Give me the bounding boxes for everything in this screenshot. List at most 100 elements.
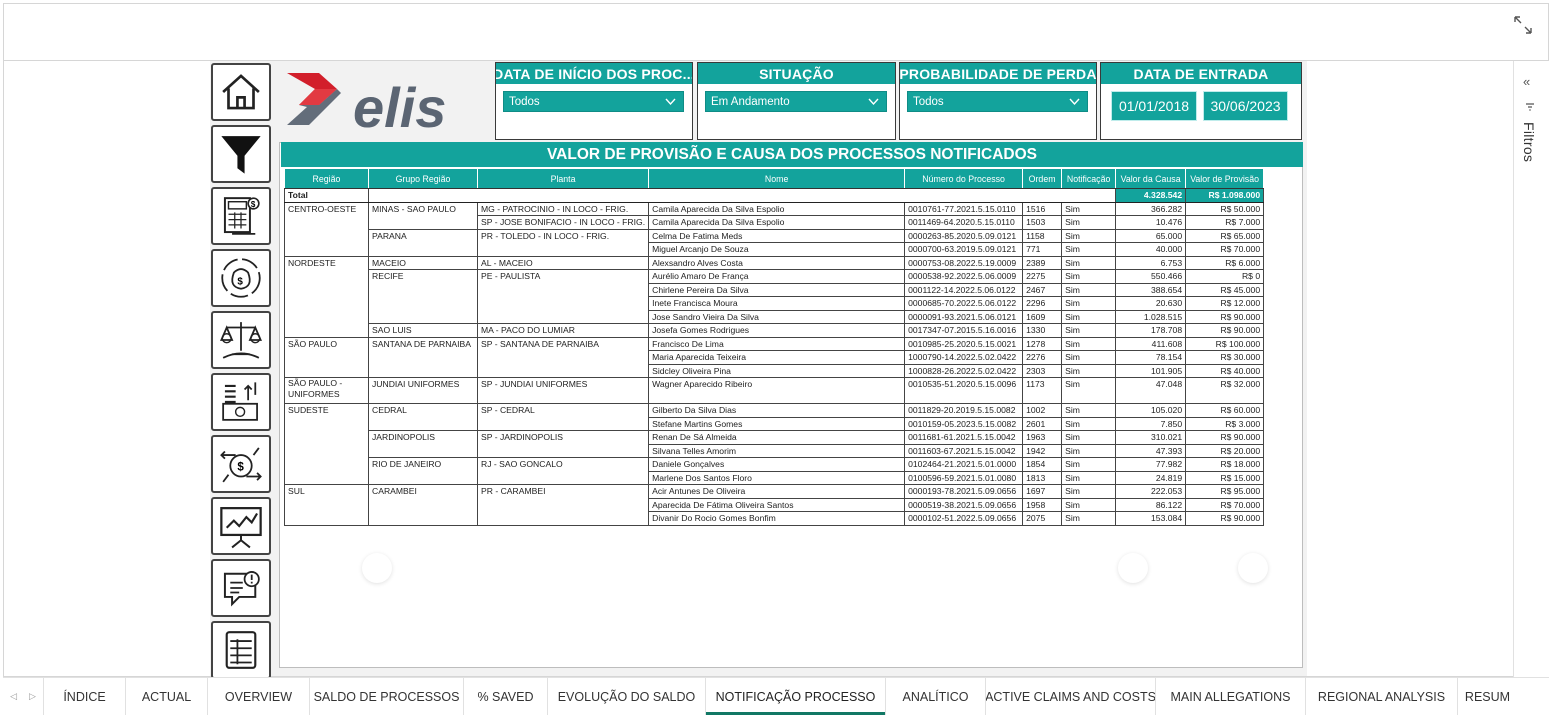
- tab-anal-tico[interactable]: ANALÍTICO: [885, 678, 985, 715]
- provision-value-cell: R$ 60.000: [1185, 403, 1265, 418]
- slicer-title: PROBABILIDADE DE PERDA: [900, 63, 1096, 84]
- column-header[interactable]: Número do Processo: [904, 168, 1024, 189]
- tab-active-claims-and-costs[interactable]: ACTIVE CLAIMS AND COSTS: [985, 678, 1155, 715]
- tab-scroll-left-icon[interactable]: ◁: [10, 691, 17, 702]
- column-header[interactable]: Notificação: [1061, 168, 1117, 189]
- table-row[interactable]: SUL CARAMBEI PR - CARAMBEI Acir Antunes De …: [284, 484, 1265, 526]
- nav-button-table-grid[interactable]: [211, 621, 271, 679]
- nav-button-money-bag-cycle[interactable]: $: [211, 249, 271, 307]
- nav-button-money-exchange[interactable]: $: [211, 435, 271, 493]
- tab-scroll-right-icon[interactable]: ▷: [29, 691, 36, 702]
- cause-value-cell: 78.154: [1115, 350, 1187, 365]
- tab-regional-analysis[interactable]: REGIONAL ANALYSIS: [1305, 678, 1457, 715]
- provision-value-cell: R$ 18.000: [1185, 457, 1265, 472]
- provision-value-cell: R$ 90.000: [1185, 430, 1265, 445]
- notification-cell: Sim: [1061, 242, 1117, 257]
- tab--ndice[interactable]: ÍNDICE: [43, 678, 125, 715]
- tab-saldo-de-processos[interactable]: SALDO DE PROCESSOS: [309, 678, 463, 715]
- provision-value-cell: R$ 70.000: [1185, 242, 1265, 257]
- svg-text:$: $: [237, 276, 243, 287]
- probabilidade-dropdown[interactable]: Todos: [907, 91, 1088, 112]
- data-inicio-dropdown[interactable]: Todos: [503, 91, 684, 112]
- notification-cell: Sim: [1061, 363, 1117, 378]
- expand-icon[interactable]: [1512, 14, 1534, 36]
- column-header[interactable]: Nome: [648, 168, 906, 189]
- cause-value-cell: 47.393: [1115, 443, 1187, 458]
- page-tabs-bar: ◁ ▷ ÍNDICE ACTUAL OVERVIEW SALDO DE PROCESS…: [3, 677, 1549, 715]
- column-header[interactable]: Região: [284, 168, 369, 189]
- provision-value-cell: R$ 6.000: [1185, 255, 1265, 270]
- cause-value-cell: 105.020: [1115, 403, 1187, 418]
- nav-button-scale-money[interactable]: [211, 311, 271, 369]
- table-row[interactable]: SAO LUIS MA - PACO DO LUMIAR Josefa Gomes …: [285, 323, 1265, 338]
- total-label: Total: [284, 188, 369, 203]
- table-row[interactable]: PARANA PR - TOLEDO - IN LOCO - FRIG. Celma…: [285, 228, 1265, 257]
- notification-cell: Sim: [1061, 269, 1117, 284]
- chevron-down-icon: [868, 98, 879, 106]
- tab-overview[interactable]: OVERVIEW: [207, 678, 309, 715]
- tab-notifica-o-processo[interactable]: NOTIFICAÇÃO PROCESSO: [705, 678, 885, 715]
- notification-cell: Sim: [1061, 484, 1117, 499]
- provision-value-cell: R$ 95.000: [1185, 484, 1265, 499]
- name-cell: Chirlene Pereira Da Silva: [648, 282, 906, 297]
- tab-main-allegations[interactable]: MAIN ALLEGATIONS: [1155, 678, 1305, 715]
- column-header[interactable]: Valor da Causa: [1115, 168, 1187, 189]
- tab-evolu-o-do-saldo[interactable]: EVOLUÇÃO DO SALDO: [547, 678, 705, 715]
- table-row[interactable]: CENTRO-OESTE MINAS - SAO PAULO MG - PATROC…: [284, 201, 1265, 257]
- home-icon: [222, 74, 260, 110]
- region-group-cell: SANTANA DE PARNAIBA: [368, 336, 478, 378]
- provision-value-cell: R$ 70.000: [1185, 497, 1265, 512]
- money-exchange-icon: $: [220, 447, 262, 483]
- cause-value-cell: 10.476: [1115, 215, 1187, 230]
- column-header[interactable]: Valor de Provisão: [1185, 168, 1265, 189]
- column-header[interactable]: Planta: [476, 168, 650, 189]
- cause-value-cell: 178.708: [1115, 323, 1187, 338]
- table-row[interactable]: RECIFE PE - PAULISTA Aurélio Amaro De Fran…: [285, 269, 1265, 324]
- table-row[interactable]: JARDINOPOLIS SP - JARDINOPOLIS Renan De Sá…: [285, 430, 1265, 458]
- table-row[interactable]: SÃO PAULO - UNIFORMES JUNDIAI UNIFORMES SP…: [284, 377, 1265, 404]
- nav-button-cash-stack-chart[interactable]: [211, 373, 271, 431]
- filter-icon: [1526, 103, 1534, 111]
- nav-button-alert-document[interactable]: [211, 559, 271, 617]
- end-date-input[interactable]: 30/06/2023: [1203, 91, 1288, 121]
- process-number-cell: 1000828-26.2022.5.02.0422: [904, 363, 1024, 378]
- name-cell: Renan De Sá Almeida: [648, 430, 906, 445]
- nav-button-home[interactable]: [211, 63, 271, 121]
- notification-cell: Sim: [1061, 228, 1117, 243]
- filter-funnel-icon: [221, 136, 261, 174]
- nav-button-filter-funnel[interactable]: [211, 125, 271, 183]
- nav-button-presentation-chart[interactable]: [211, 497, 271, 555]
- name-cell: Aparecida De Fátima Oliveira Santos: [648, 497, 906, 512]
- provision-value-cell: R$ 32.000: [1185, 377, 1265, 404]
- filters-label[interactable]: Filtros: [1521, 122, 1537, 162]
- table-row[interactable]: SÃO PAULO SANTANA DE PARNAIBA SP - SANTANA…: [284, 336, 1265, 378]
- name-cell: Stefane Martins Gomes: [648, 416, 906, 431]
- name-cell: Daniele Gonçalves: [648, 457, 906, 472]
- tab--saved[interactable]: % SAVED: [463, 678, 547, 715]
- table-row[interactable]: NORDESTE MACEIO AL - MACEIO Alexsandro Alve…: [284, 255, 1265, 338]
- situacao-dropdown[interactable]: Em Andamento: [705, 91, 887, 112]
- tab-resum[interactable]: RESUM: [1457, 678, 1517, 715]
- order-cell: 1963: [1022, 430, 1063, 445]
- column-header[interactable]: Grupo Região: [368, 168, 478, 189]
- empty-cell: [477, 188, 649, 203]
- provision-value-cell: R$ 3.000: [1185, 416, 1265, 431]
- provision-value-cell: R$ 65.000: [1185, 228, 1265, 243]
- table-row[interactable]: RIO DE JANEIRO RJ - SAO GONCALO Daniele Go…: [285, 457, 1265, 485]
- slicer-title: SITUAÇÃO: [698, 63, 895, 84]
- cause-value-cell: 310.021: [1115, 430, 1187, 445]
- column-header[interactable]: Ordem: [1022, 168, 1063, 189]
- slicer-data-inicio: DATA DE INÍCIO DOS PROC... Todos: [495, 62, 693, 140]
- region-group-cell: RIO DE JANEIRO: [368, 457, 478, 485]
- name-cell: Divanir Do Rocio Gomes Bonfim: [648, 511, 906, 526]
- collapse-pane-icon[interactable]: «: [1523, 74, 1530, 89]
- nav-button-calculator-money[interactable]: $: [211, 187, 271, 245]
- tab-actual[interactable]: ACTUAL: [125, 678, 207, 715]
- start-date-input[interactable]: 01/01/2018: [1111, 91, 1197, 121]
- name-cell: Alexsandro Alves Costa: [648, 255, 906, 270]
- table-grid-icon: [225, 631, 257, 669]
- provision-value-cell: R$ 90.000: [1185, 323, 1265, 338]
- process-number-cell: 0000263-85.2020.5.09.0121: [904, 228, 1024, 243]
- name-cell: Gilberto Da Silva Dias: [648, 403, 906, 418]
- table-row[interactable]: SUDESTE CEDRAL SP - CEDRAL Gilberto Da Silv…: [284, 403, 1265, 485]
